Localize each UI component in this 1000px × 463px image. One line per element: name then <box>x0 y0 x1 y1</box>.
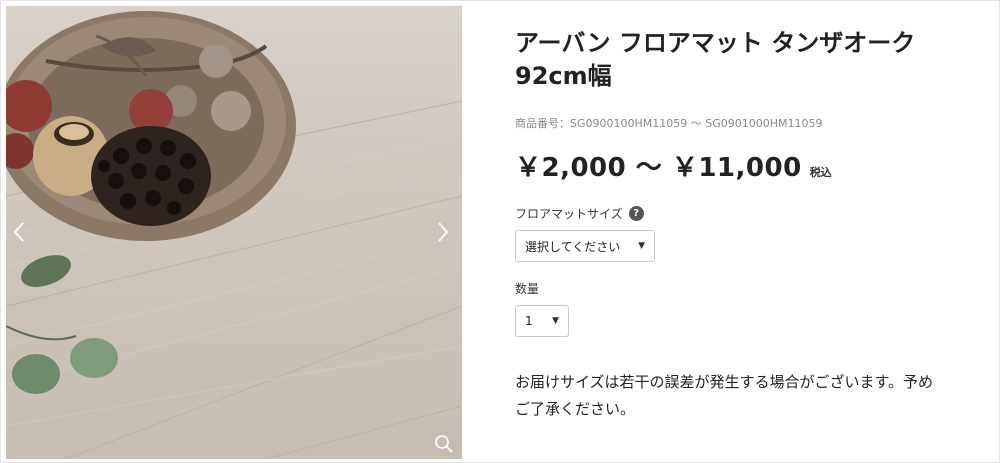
caret-down-icon: ▼ <box>638 241 645 251</box>
quantity-label: 数量 <box>515 280 539 297</box>
zoom-button[interactable] <box>434 434 458 458</box>
product-sku: 商品番号：SG0900100HM11059 〜 SG0901000HM11059 <box>515 117 823 130</box>
price-row: ￥2,000 〜 ￥11,000 税込 <box>515 147 832 184</box>
help-icon[interactable]: ? <box>628 206 644 221</box>
product-panel: アーバン フロアマット タンザオーク 92cm幅 商品番号：SG0900100H… <box>0 0 1000 463</box>
chevron-right-icon <box>438 222 449 242</box>
quantity-select-value: 1 <box>525 314 533 328</box>
quantity-label-text: 数量 <box>515 282 540 296</box>
tax-label: 税込 <box>809 166 832 179</box>
gallery-prev-button[interactable] <box>12 221 36 253</box>
gallery-next-button[interactable] <box>436 221 460 253</box>
quantity-select[interactable]: 1 ▼ <box>515 305 569 337</box>
product-image-gallery[interactable] <box>6 6 462 459</box>
size-label-text: フロアマットサイズ <box>515 207 623 221</box>
caret-down-icon: ▼ <box>552 316 559 326</box>
size-option-label: フロアマットサイズ ? <box>515 205 644 222</box>
magnifier-icon <box>435 435 453 453</box>
price-range: ￥2,000 〜 ￥11,000 <box>515 153 802 183</box>
chevron-left-icon <box>13 222 24 242</box>
size-select[interactable]: 選択してください ▼ <box>515 230 655 262</box>
product-photo <box>6 6 462 459</box>
product-title: アーバン フロアマット タンザオーク 92cm幅 <box>515 29 916 90</box>
size-select-value: 選択してください <box>525 239 621 254</box>
size-notice: お届けサイズは若干の誤差が発生する場合がございます。予めご了承ください。 <box>515 373 934 418</box>
